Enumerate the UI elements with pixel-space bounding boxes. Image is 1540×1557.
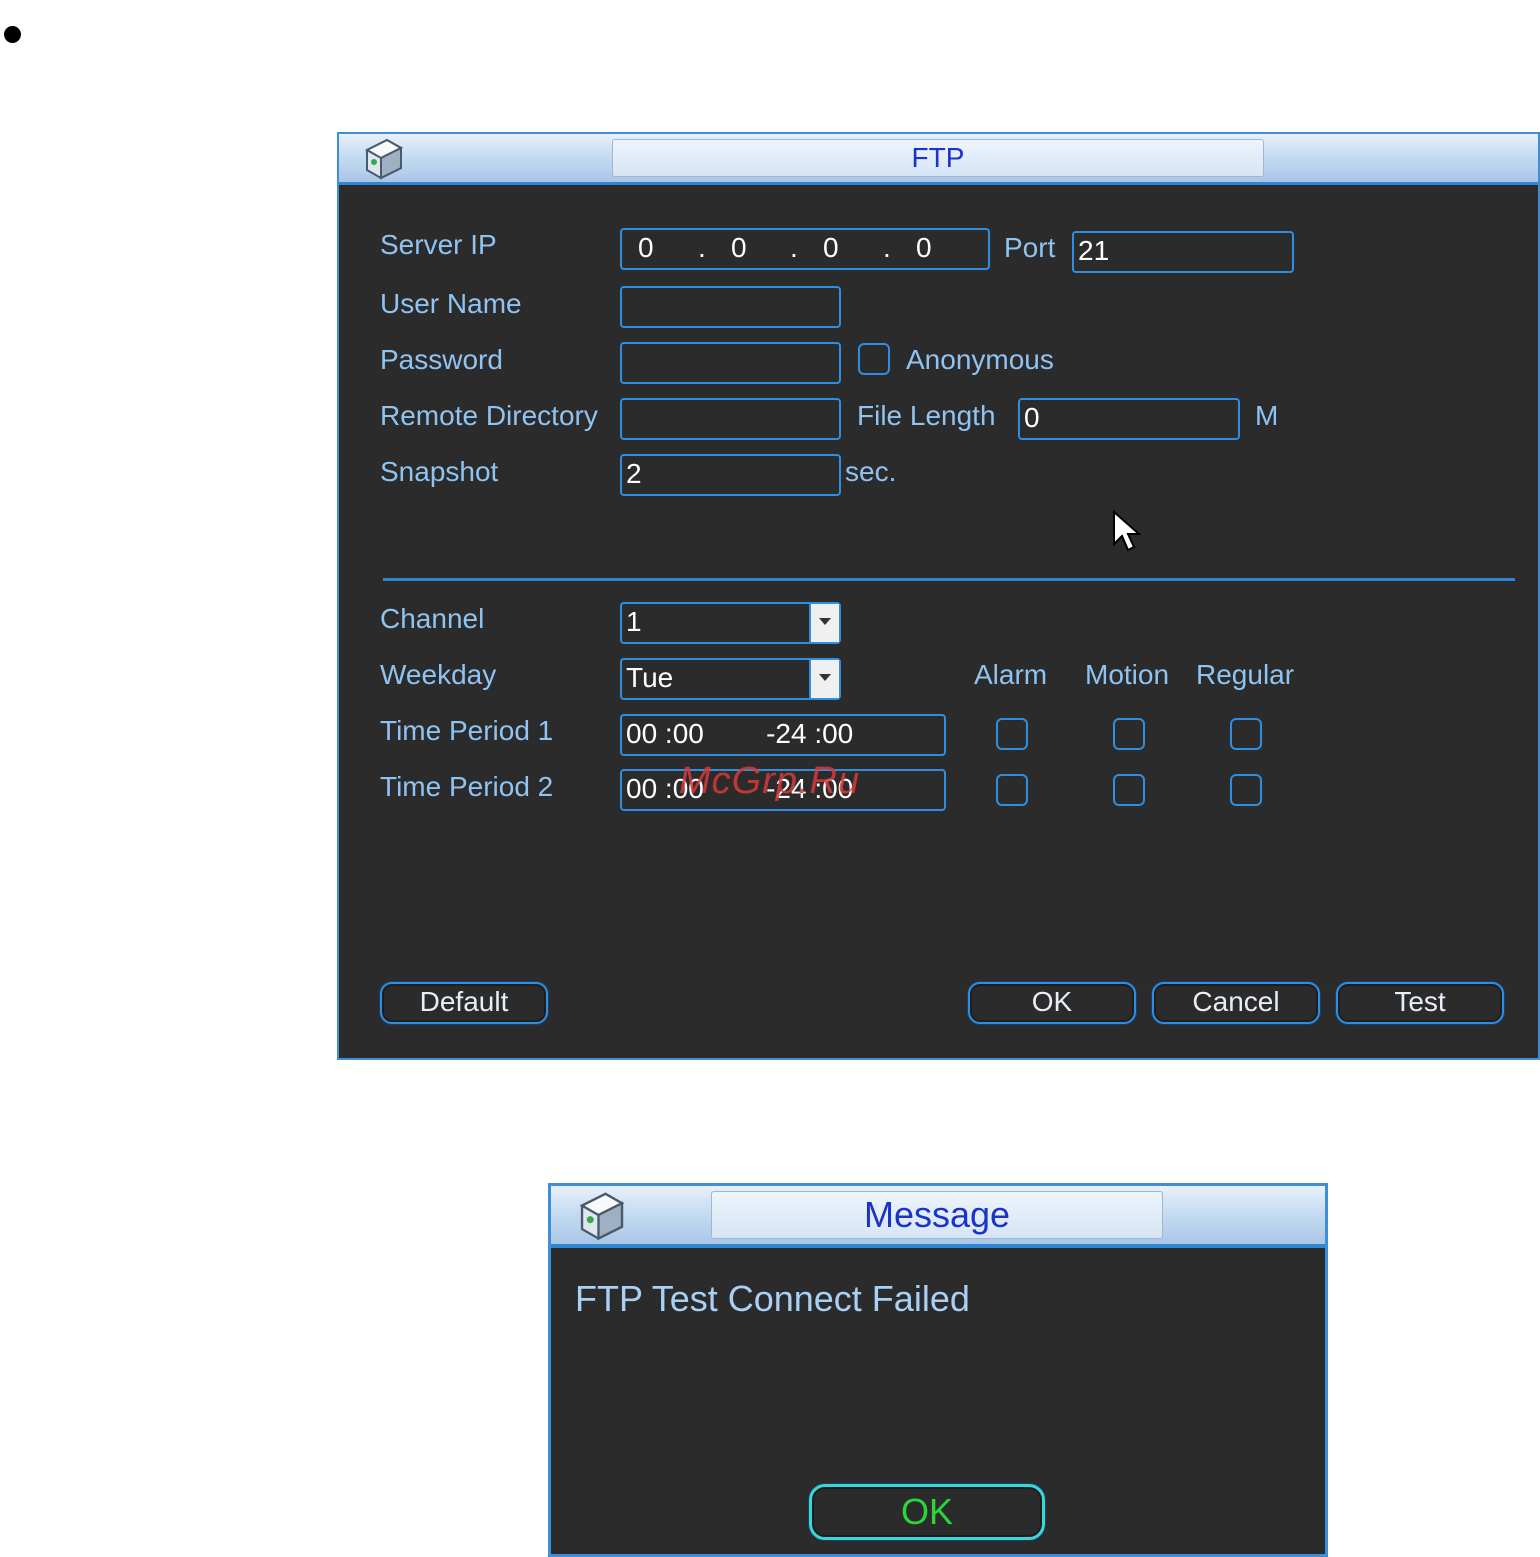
- chevron-down-icon[interactable]: [809, 660, 839, 698]
- time-period-1-label: Time Period 1: [380, 715, 554, 746]
- period-1-regular-checkbox[interactable]: [1230, 718, 1262, 750]
- time-period-1-input[interactable]: 00 :00 -24 :00: [620, 714, 946, 756]
- server-ip-input[interactable]: 0 . 0 . 0 . 0: [620, 228, 990, 270]
- weekday-select[interactable]: Tue: [620, 658, 841, 700]
- cancel-button[interactable]: Cancel: [1152, 982, 1320, 1024]
- port-input[interactable]: 21: [1072, 231, 1294, 273]
- bullet-dot: [4, 26, 21, 43]
- app-logo-icon: [579, 1192, 625, 1241]
- ip-octet-3: 0: [823, 232, 839, 263]
- remote-directory-label: Remote Directory: [380, 400, 598, 431]
- message-dialog: Message FTP Test Connect Failed OK: [548, 1183, 1328, 1557]
- channel-value: 1: [626, 606, 642, 637]
- anonymous-checkbox[interactable]: [858, 343, 890, 375]
- channel-select[interactable]: 1: [620, 602, 841, 644]
- ip-dot-3: .: [883, 232, 891, 263]
- anonymous-label: Anonymous: [906, 344, 1054, 375]
- default-button[interactable]: Default: [380, 982, 548, 1024]
- message-title: Message: [711, 1191, 1163, 1239]
- message-text: FTP Test Connect Failed: [575, 1278, 970, 1319]
- ftp-title: FTP: [612, 139, 1264, 177]
- mouse-cursor-icon: [1113, 510, 1142, 552]
- chevron-down-icon[interactable]: [809, 604, 839, 642]
- ok-button[interactable]: OK: [968, 982, 1136, 1024]
- period-1-alarm-checkbox[interactable]: [996, 718, 1028, 750]
- alarm-column-header: Alarm: [974, 659, 1048, 690]
- period-1-motion-checkbox[interactable]: [1113, 718, 1145, 750]
- snapshot-input[interactable]: 2: [620, 454, 841, 496]
- remote-directory-input[interactable]: [620, 398, 841, 440]
- regular-column-header: Regular: [1196, 659, 1295, 690]
- channel-label: Channel: [380, 603, 485, 634]
- port-label: Port: [1004, 232, 1056, 263]
- ip-dot-2: .: [790, 232, 798, 263]
- ip-octet-1: 0: [638, 232, 654, 263]
- password-label: Password: [380, 344, 503, 375]
- message-titlebar[interactable]: Message: [551, 1186, 1325, 1248]
- file-length-unit: M: [1255, 400, 1279, 431]
- ip-octet-4: 0: [916, 232, 932, 263]
- watermark: McGrp.Ru: [679, 760, 861, 802]
- app-logo-icon: [364, 138, 404, 180]
- message-ok-button[interactable]: OK: [809, 1484, 1045, 1540]
- snapshot-unit: sec.: [845, 456, 897, 487]
- snapshot-label: Snapshot: [380, 456, 499, 487]
- server-ip-label: Server IP: [380, 229, 497, 260]
- motion-column-header: Motion: [1085, 659, 1170, 690]
- period-2-alarm-checkbox[interactable]: [996, 774, 1028, 806]
- user-name-label: User Name: [380, 288, 522, 319]
- user-name-input[interactable]: [620, 286, 841, 328]
- ip-octet-2: 0: [731, 232, 747, 263]
- file-length-input[interactable]: 0: [1018, 398, 1240, 440]
- ip-dot-1: .: [698, 232, 706, 263]
- period-2-regular-checkbox[interactable]: [1230, 774, 1262, 806]
- test-button[interactable]: Test: [1336, 982, 1504, 1024]
- weekday-value: Tue: [626, 662, 674, 693]
- password-input[interactable]: [620, 342, 841, 384]
- file-length-label: File Length: [857, 400, 996, 431]
- ftp-titlebar[interactable]: FTP: [339, 134, 1538, 185]
- section-divider: [383, 578, 1515, 581]
- time-period-2-label: Time Period 2: [380, 771, 554, 802]
- period-2-motion-checkbox[interactable]: [1113, 774, 1145, 806]
- weekday-label: Weekday: [380, 659, 497, 690]
- ftp-dialog: FTP Server IP 0 . 0 . 0 . 0 Port 21 User…: [337, 132, 1540, 1060]
